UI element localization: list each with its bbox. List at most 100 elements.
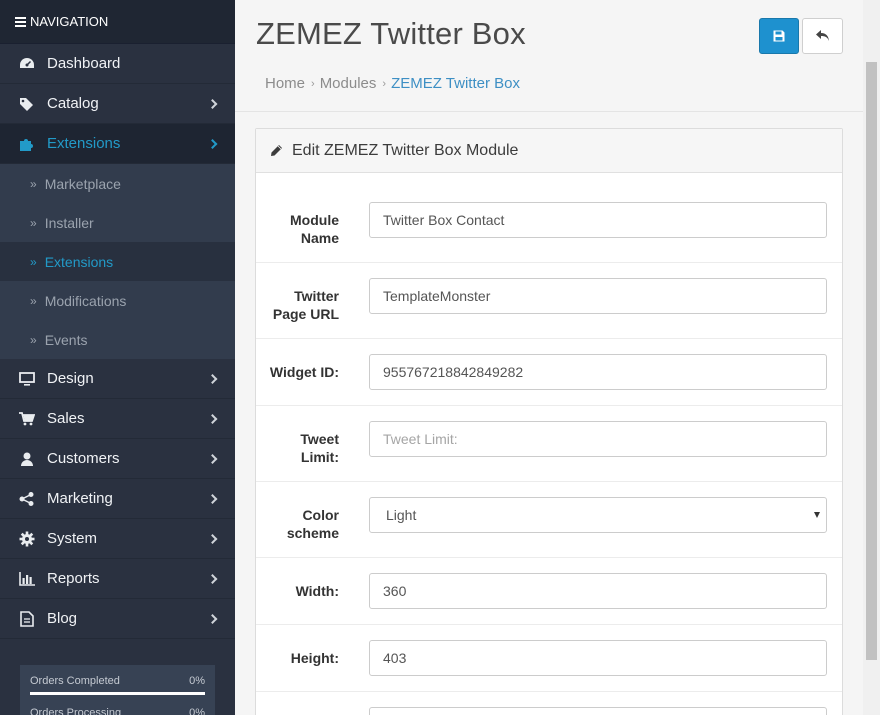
cart-icon [19,411,35,427]
label-line: Name [300,230,339,246]
form-row-next [256,692,842,715]
submenu-item-label: Marketplace [44,175,121,192]
panel-heading-title: Edit ZEMEZ Twitter Box Module [292,141,519,159]
user-icon [19,451,35,467]
form-row-twitter-page-url: Twitter Page URL TemplateMonster [256,263,842,339]
double-chevron-icon: » [30,293,37,308]
reply-arrow-icon [815,30,829,41]
sidebar-item-blog[interactable]: Blog [0,599,235,639]
label-line: Limit: [300,449,339,465]
chevron-right-icon: › [382,77,387,90]
stat-row: Orders Processing 0% [30,707,205,715]
chevron-right-icon [207,453,218,464]
double-chevron-icon: » [30,215,37,230]
stat-label: Orders Completed [30,675,120,687]
form-row-color-scheme: Color scheme Light [256,482,842,558]
document-icon [19,610,35,627]
form-row-widget-id: Widget ID: 955767218842849282 [256,339,842,406]
stat-row: Orders Completed 0% [30,675,205,687]
module-name-label: Module Name [259,211,339,247]
sidebar-item-label: Blog [47,610,78,627]
widget-id-input[interactable]: 955767218842849282 [369,354,827,390]
breadcrumb: Home › Modules › ZEMEZ Twitter Box [265,75,520,92]
sidebar-item-sales[interactable]: Sales [0,399,235,439]
twitter-page-url-label: Twitter Page URL [259,287,339,323]
breadcrumb-modules[interactable]: Modules [320,75,377,92]
sidebar-item-label: Sales [47,410,85,427]
chevron-right-icon [207,493,218,504]
label-line: Page URL [272,306,339,322]
stat-value: 0% [189,707,205,715]
back-button[interactable] [802,18,843,54]
width-input[interactable]: 360 [369,573,827,609]
breadcrumb-current[interactable]: ZEMEZ Twitter Box [391,75,520,92]
stat-value: 0% [189,675,205,687]
bar-chart-icon [19,571,35,587]
form-row-tweet-limit: Tweet Limit: Tweet Limit: [256,406,842,482]
breadcrumb-home[interactable]: Home [265,75,305,92]
scrollbar-thumb[interactable] [866,62,877,660]
color-scheme-selected-value: Light [386,507,417,523]
twitter-page-url-input[interactable]: TemplateMonster [369,278,827,314]
sidebar-item-dashboard[interactable]: Dashboard [0,44,235,84]
chevron-right-icon [207,613,218,624]
double-chevron-icon: » [30,254,37,269]
label-line: scheme [286,525,339,541]
submenu-item-label: Events [44,331,88,348]
next-input[interactable] [369,707,827,715]
sidebar-item-customers[interactable]: Customers [0,439,235,479]
sidebar-item-system[interactable]: System [0,519,235,559]
chevron-right-icon [207,533,218,544]
edit-module-panel: Edit ZEMEZ Twitter Box Module Module Name… [255,128,843,715]
submenu-item-modifications[interactable]: » Modifications [0,281,235,320]
chevron-right-icon [207,138,218,149]
sidebar: NAVIGATION Dashboard Catalog Extensions … [0,0,235,715]
label-line: Tweet [300,431,339,447]
sidebar-item-marketing[interactable]: Marketing [0,479,235,519]
module-name-input[interactable]: Twitter Box Contact [369,202,827,238]
label-line: Color [302,507,339,523]
nav-header-label: NAVIGATION [30,14,109,29]
chevron-right-icon [207,373,218,384]
progress-bar [30,692,205,695]
chevron-right-icon: › [311,77,315,90]
sidebar-item-label: Extensions [47,135,121,152]
width-label: Width: [295,583,339,599]
double-chevron-icon: » [30,176,37,191]
widget-id-label: Widget ID: [269,364,339,380]
form-row-width: Width: 360 [256,558,842,625]
chevron-right-icon [207,413,218,424]
tweet-limit-input[interactable]: Tweet Limit: [369,421,827,457]
puzzle-icon [19,136,35,152]
sidebar-item-design[interactable]: Design [0,359,235,399]
tags-icon [19,96,35,112]
extensions-submenu: » Marketplace » Installer » Extensions » Mod… [0,164,235,359]
submenu-item-marketplace[interactable]: » Marketplace [0,164,235,203]
order-stats: Orders Completed 0% Orders Processing 0% [20,665,215,715]
submenu-item-label: Extensions [44,253,114,270]
page-scrollbar[interactable] [863,0,880,715]
sidebar-item-catalog[interactable]: Catalog [0,84,235,124]
nav-header[interactable]: NAVIGATION [0,0,235,44]
submenu-item-events[interactable]: » Events [0,320,235,359]
sidebar-item-label: Marketing [47,490,113,507]
dashboard-icon [19,56,35,72]
page-title: ZEMEZ Twitter Box [256,16,526,51]
color-scheme-label: Color scheme [259,506,339,542]
height-label: Height: [290,650,339,666]
chevron-right-icon [207,573,218,584]
floppy-disk-icon [773,30,785,42]
pencil-icon [270,144,283,157]
color-scheme-select[interactable]: Light [369,497,827,533]
label-line: Module [290,212,339,228]
sidebar-item-label: Customers [47,450,120,467]
submenu-item-extensions[interactable]: » Extensions [0,242,235,281]
sidebar-item-label: Design [47,370,94,387]
height-input[interactable]: 403 [369,640,827,676]
sidebar-item-reports[interactable]: Reports [0,559,235,599]
save-button[interactable] [759,18,799,54]
sidebar-item-extensions[interactable]: Extensions [0,124,235,164]
sidebar-item-label: Dashboard [47,55,121,72]
double-chevron-icon: » [30,332,37,347]
submenu-item-installer[interactable]: » Installer [0,203,235,242]
